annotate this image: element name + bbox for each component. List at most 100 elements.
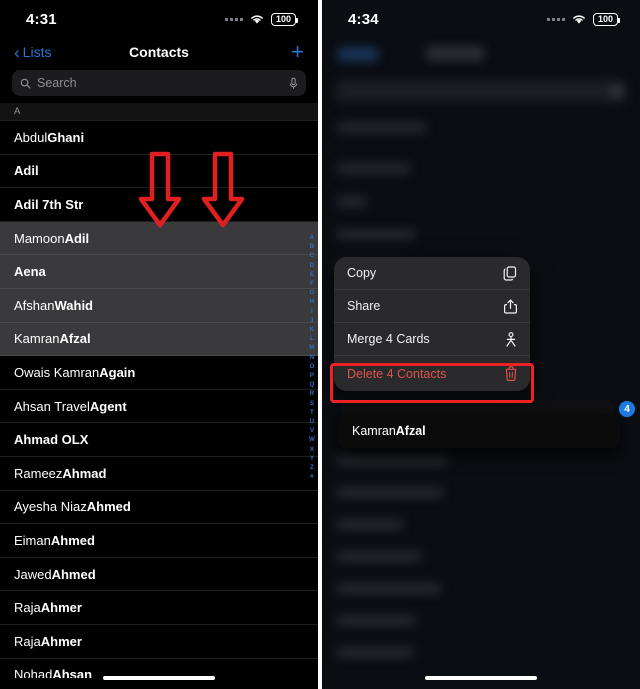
context-menu[interactable]: Copy Share Merge 4 Cards Delete 4 Contacts: [334, 257, 530, 391]
dragged-contact-card[interactable]: Kamran Afzal: [338, 414, 620, 448]
left-phone-screen: 4:31 100 ‹ Lists Contacts + Search A Abd…: [0, 0, 318, 689]
blurred-row: [336, 196, 368, 207]
alpha-index-letter[interactable]: R: [310, 389, 315, 398]
alpha-index-letter[interactable]: F: [310, 279, 314, 288]
alpha-index-letter[interactable]: S: [310, 399, 314, 408]
blurred-row: [336, 487, 444, 498]
alpha-index-letter[interactable]: V: [310, 426, 314, 435]
contact-first-name: Ayesha Niaz: [14, 499, 87, 515]
contact-last-name: Ahmed: [50, 532, 95, 548]
alpha-index-letter[interactable]: B: [310, 242, 315, 251]
alpha-index-letter[interactable]: D: [310, 261, 315, 270]
contact-last-name: Ghani: [47, 129, 85, 145]
alpha-index-letter[interactable]: K: [310, 325, 315, 334]
contact-first-name: Jawed: [14, 566, 52, 582]
contact-row[interactable]: Adil: [0, 154, 318, 189]
microphone-icon[interactable]: [289, 77, 298, 90]
alpha-index-letter[interactable]: M: [309, 343, 314, 352]
contact-row[interactable]: Owais Kamran Again: [0, 356, 318, 390]
contact-last-name: Ahmed: [51, 566, 96, 582]
home-indicator-right: [425, 676, 537, 680]
wifi-icon: [251, 15, 263, 24]
alphabet-index[interactable]: A B C D E F G H I J K L M N O P Q R S T U V W X Y Z #: [309, 233, 315, 481]
add-contact-button[interactable]: +: [291, 41, 304, 63]
contact-last-name: Aena: [14, 264, 46, 280]
contact-row[interactable]: Ahsan Travel Agent: [0, 389, 318, 424]
alpha-index-letter[interactable]: J: [310, 316, 314, 325]
contact-last-name: Ahsan: [52, 667, 93, 678]
share-icon: [504, 299, 517, 314]
alpha-index-letter[interactable]: Y: [310, 454, 314, 463]
alpha-index-letter[interactable]: P: [310, 371, 314, 380]
search-input[interactable]: Search: [37, 76, 283, 90]
back-to-lists-button[interactable]: ‹ Lists: [14, 44, 51, 61]
search-container: Search: [0, 66, 318, 103]
contact-row[interactable]: Adil 7th Str: [0, 188, 318, 222]
trash-icon: [505, 366, 517, 381]
right-phone-screen: 4:34 100 Copy Share Merge 4 Cards Delete 4 …: [322, 0, 640, 689]
signal-dots-icon: [225, 17, 243, 21]
search-bar[interactable]: Search: [12, 70, 306, 96]
chevron-left-icon: ‹: [14, 42, 20, 62]
context-menu-item-label: Delete 4 Contacts: [347, 366, 447, 381]
alpha-index-letter[interactable]: C: [310, 251, 315, 260]
blurred-row: [336, 519, 404, 530]
context-menu-item[interactable]: Share: [334, 290, 530, 323]
blurred-row: [336, 583, 442, 594]
contact-last-name: Ahmer: [40, 600, 82, 616]
alpha-index-letter[interactable]: I: [311, 307, 313, 316]
alpha-index-letter[interactable]: G: [309, 288, 314, 297]
contact-rows-container: Abdul Ghani Adil Adil 7th Str Mamoon Adil Ae…: [0, 121, 318, 678]
contact-row[interactable]: Raja Ahmer: [0, 624, 318, 659]
contacts-list[interactable]: Abdul Ghani Adil Adil 7th Str Mamoon Adil Ae…: [0, 121, 318, 678]
contact-last-name: Ahmad: [62, 465, 107, 481]
alpha-index-letter[interactable]: T: [310, 408, 314, 417]
context-menu-item[interactable]: Delete 4 Contacts: [334, 356, 530, 391]
contact-row[interactable]: Kamran Afzal: [0, 322, 318, 357]
alpha-index-letter[interactable]: H: [310, 297, 315, 306]
alpha-index-letter[interactable]: A: [310, 233, 315, 242]
contact-last-name: Ahmer: [40, 633, 82, 649]
contact-row[interactable]: Raja Ahmer: [0, 591, 318, 625]
contact-first-name: Eiman: [14, 532, 51, 548]
blurred-row: [336, 455, 448, 466]
blurred-row: [336, 551, 422, 562]
merge-person-icon: [505, 331, 517, 347]
alpha-index-letter[interactable]: O: [309, 362, 314, 371]
status-indicators: 100: [225, 12, 298, 26]
alpha-index-letter[interactable]: L: [310, 334, 314, 343]
alpha-index-letter[interactable]: U: [310, 417, 315, 426]
contact-first-name: Ahsan Travel: [14, 398, 90, 414]
contact-last-name: Adil: [14, 163, 39, 179]
contact-row[interactable]: Abdul Ghani: [0, 121, 318, 155]
alpha-index-letter[interactable]: Q: [309, 380, 314, 389]
alpha-index-letter[interactable]: Z: [310, 463, 314, 472]
contact-row[interactable]: Aena: [0, 255, 318, 289]
status-bar-left: 4:31 100: [0, 0, 318, 38]
alpha-index-letter[interactable]: E: [310, 270, 314, 279]
contact-row[interactable]: Afshan Wahid: [0, 288, 318, 323]
contact-row[interactable]: Ahmad OLX: [0, 423, 318, 457]
drag-card-first-name: Kamran: [352, 424, 396, 438]
contact-row[interactable]: Ayesha Niaz Ahmed: [0, 490, 318, 525]
blurred-row: [336, 615, 416, 626]
contact-row[interactable]: Eiman Ahmed: [0, 524, 318, 558]
section-header-a: A: [0, 103, 318, 121]
screenshot-stage: 4:31 100 ‹ Lists Contacts + Search A Abd…: [0, 0, 640, 689]
status-time: 4:31: [26, 10, 57, 28]
contact-last-name: Adil 7th Str: [14, 196, 84, 212]
alpha-index-letter[interactable]: W: [309, 435, 315, 444]
contact-last-name: Agent: [89, 398, 127, 414]
contact-row[interactable]: Rameez Ahmad: [0, 456, 318, 491]
contact-row[interactable]: Jawed Ahmed: [0, 557, 318, 592]
context-menu-item[interactable]: Merge 4 Cards: [334, 323, 530, 356]
context-menu-item-label: Share: [347, 299, 381, 313]
alpha-index-letter[interactable]: X: [310, 445, 314, 454]
contact-first-name: Nohad: [14, 667, 53, 678]
alpha-index-letter[interactable]: #: [310, 472, 314, 481]
context-menu-item[interactable]: Copy: [334, 257, 530, 290]
contact-last-name: Adil: [64, 230, 90, 246]
contact-row[interactable]: Mamoon Adil: [0, 221, 318, 256]
alpha-index-letter[interactable]: N: [310, 353, 315, 362]
contact-first-name: Raja: [14, 600, 41, 616]
